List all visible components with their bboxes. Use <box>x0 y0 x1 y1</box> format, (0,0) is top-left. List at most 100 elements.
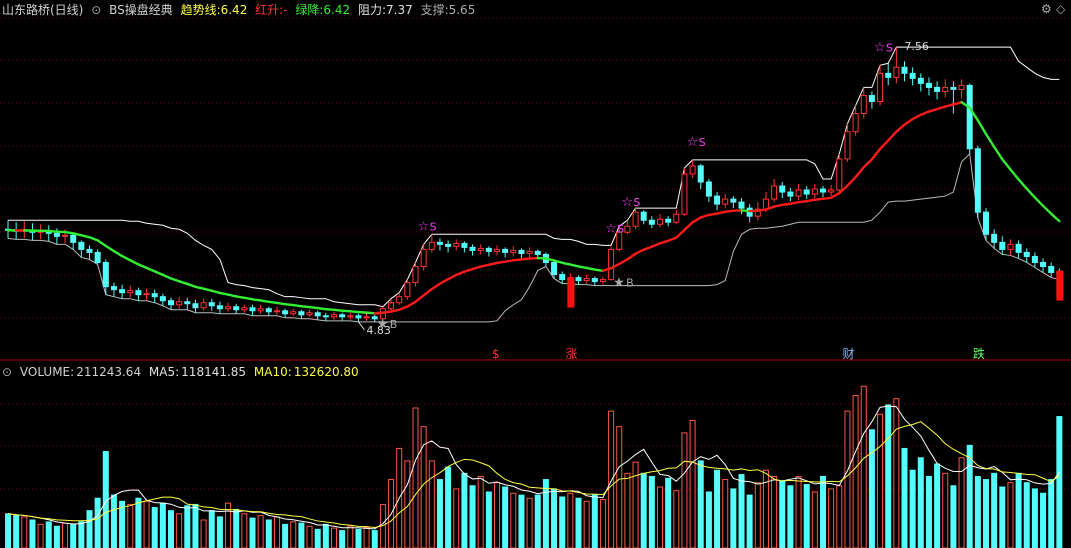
volume-bar <box>1015 472 1022 548</box>
candle-body <box>991 233 998 243</box>
volume-bar <box>477 475 484 548</box>
candle-body <box>200 302 207 309</box>
volume-bar <box>363 526 370 548</box>
candle-body <box>461 242 468 248</box>
trend-line <box>6 100 1061 315</box>
volume-bar <box>697 460 704 548</box>
trend-segment <box>569 263 580 268</box>
trend-segment <box>650 242 662 248</box>
trend-segment <box>332 308 344 312</box>
trend-segment <box>585 266 596 271</box>
candle-body <box>950 86 957 90</box>
candle-body <box>591 278 598 283</box>
candle-body <box>102 261 109 288</box>
candle-body <box>282 310 289 315</box>
candle-body <box>53 232 60 237</box>
candle-body <box>1040 261 1047 267</box>
sell-signal-label: S <box>633 196 640 209</box>
candle-body <box>714 195 721 205</box>
volume-bar <box>331 527 337 548</box>
volume-bar <box>86 510 93 548</box>
volume-bar <box>983 479 989 548</box>
volume-bar <box>909 469 916 548</box>
volume-bar <box>110 494 117 548</box>
candle-body <box>811 188 818 195</box>
trend-segment <box>903 117 914 126</box>
candle-body <box>722 198 729 205</box>
volume-bar <box>901 447 908 548</box>
trend-segment <box>675 228 686 239</box>
volume-bar <box>714 469 721 548</box>
trend-segment <box>561 261 572 266</box>
volume-bar <box>184 505 191 548</box>
volume-bar <box>836 485 843 548</box>
trend-segment <box>463 267 474 273</box>
candle-body <box>143 293 150 296</box>
volume-bar <box>925 475 932 548</box>
candle-body <box>241 307 248 311</box>
signal-bar <box>567 277 575 308</box>
volume-bars <box>5 385 1063 548</box>
trend-segment <box>487 261 499 266</box>
trend-segment <box>658 239 670 245</box>
trend-segment <box>797 199 808 204</box>
trend-segment <box>104 244 116 253</box>
candle-body <box>844 131 851 160</box>
trend-segment <box>422 287 433 297</box>
candle-body <box>877 72 884 103</box>
candle-body <box>298 311 305 316</box>
buy-star-icon: ★ <box>613 276 625 291</box>
volume-bar <box>787 485 794 548</box>
trend-segment <box>992 145 1004 161</box>
candle-body <box>233 306 240 311</box>
candle-body <box>339 314 346 318</box>
trend-segment <box>324 307 336 312</box>
sell-signal-label: S <box>430 220 437 233</box>
volume-bar <box>771 475 778 548</box>
trend-segment <box>691 216 702 224</box>
trend-segment <box>161 273 173 280</box>
price-volume-chart[interactable]: 7.56 4.83 ☆ S ☆ S☆ S☆ S☆ S★ B★ B $ 涨财跌 <box>0 0 1071 548</box>
trend-segment <box>878 139 890 151</box>
candle-body <box>420 248 427 267</box>
trend-segment <box>870 147 882 161</box>
trend-segment <box>357 310 368 314</box>
volume-bar <box>37 523 44 548</box>
trend-segment <box>781 202 792 207</box>
volume-bar <box>608 410 615 548</box>
trend-segment <box>340 309 352 313</box>
candle-body <box>208 302 215 307</box>
trend-segment <box>414 294 425 303</box>
volume-bar <box>518 494 525 548</box>
candle-body <box>184 301 191 305</box>
volume-bar <box>436 479 443 548</box>
volume-bar <box>942 472 949 548</box>
volume-bar <box>624 472 631 548</box>
volume-bar <box>322 523 329 548</box>
candle-body <box>632 211 639 227</box>
candle-body <box>502 248 509 253</box>
candle-body <box>901 66 908 74</box>
volume-bar <box>510 492 517 548</box>
candle-body <box>1031 255 1038 263</box>
volume-bar <box>917 457 924 548</box>
candle-body <box>958 84 965 90</box>
candle-body <box>730 198 737 203</box>
volume-bar <box>45 521 52 548</box>
candle-body <box>347 315 354 318</box>
trend-segment <box>186 282 197 289</box>
candle-body <box>787 191 794 197</box>
sell-star-icon: ☆ <box>418 219 430 234</box>
candle-body <box>966 84 973 150</box>
candle-body <box>322 315 329 318</box>
candle-body <box>599 279 606 283</box>
trend-segment <box>536 256 548 260</box>
volume-bar <box>885 404 892 548</box>
trend-segment <box>283 302 295 307</box>
sell-signal-label: S <box>617 222 624 235</box>
event-tag-label: 涨 <box>565 346 577 361</box>
candle-body <box>249 307 256 312</box>
candle-body <box>738 201 745 209</box>
volume-bar <box>257 515 264 548</box>
trend-segment <box>112 249 124 258</box>
